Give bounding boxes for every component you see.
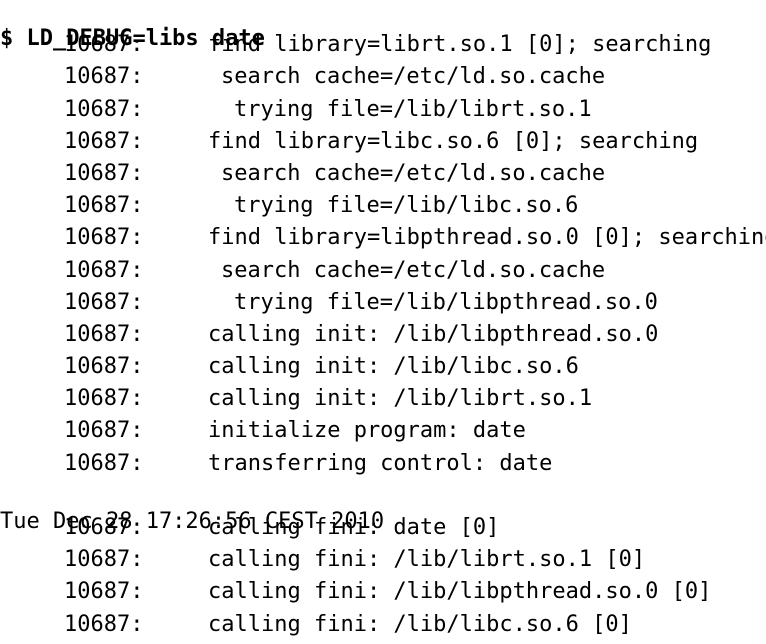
debug-message: trying file=/lib/librt.so.1 [234,96,592,122]
debug-line: 10687: trying file=/lib/librt.so.1 [0,97,766,129]
pid-label: 10687: [64,160,144,186]
debug-line: 10687: calling init: /lib/libpthread.so.0 [0,322,766,354]
debug-message: calling init: /lib/libc.so.6 [208,354,579,380]
pid-label: 10687: [64,386,144,412]
debug-message: calling init: /lib/libpthread.so.0 [208,321,659,347]
debug-line: 10687: calling fini: date [0] [0,515,766,547]
debug-message: initialize program: date [208,418,526,444]
debug-message: trying file=/lib/libpthread.so.0 [234,289,658,315]
pid-label: 10687: [64,193,144,219]
pid-label: 10687: [64,354,144,380]
debug-line: 10687: trying file=/lib/libc.so.6 [0,193,766,225]
pid-label: 10687: [64,257,144,283]
pid-label: 10687: [64,64,144,90]
pid-label: 10687: [64,128,144,154]
debug-message: calling fini: /lib/librt.so.1 [0] [208,547,646,573]
debug-message: trying file=/lib/libc.so.6 [234,193,579,219]
debug-message: find library=libc.so.6 [0]; searching [208,128,699,154]
debug-line: 10687: calling fini: /lib/libc.so.6 [0] [0,612,766,644]
pid-label: 10687: [64,515,144,540]
debug-message: calling init: /lib/librt.so.1 [208,386,593,412]
debug-message: transferring control: date [208,450,553,476]
terminal-output: $ LD_DEBUG=libs date 10687: find library=… [0,0,766,637]
pid-label: 10687: [64,96,144,122]
debug-line: 10687: calling init: /lib/librt.so.1 [0,386,766,418]
debug-line: 10687: transferring control: date [0,451,766,483]
pid-label: 10687: [64,321,144,347]
pid-label: 10687: [64,225,144,251]
debug-message: search cache=/etc/ld.so.cache [221,160,606,186]
debug-line: 10687: initialize program: date [0,418,766,450]
debug-message: calling fini: /lib/libc.so.6 [0] [208,611,632,637]
debug-line: 10687: find library=libpthread.so.0 [0]; … [0,225,766,257]
pid-label: 10687: [64,450,144,476]
debug-line: 10687: calling fini: /lib/librt.so.1 [0] [0,547,766,579]
debug-line: 10687: search cache=/etc/ld.so.cache [0,161,766,193]
debug-message: find library=librt.so.1 [0]; searching [208,32,712,58]
debug-message: calling fini: /lib/libpthread.so.0 [0] [208,579,712,605]
date-output-line: Tue Dec 28 17:26:56 CEST 2010 [0,483,766,534]
pid-label: 10687: [64,579,144,605]
debug-line: 10687: calling init: /lib/libc.so.6 [0,354,766,386]
pid-label: 10687: [64,611,144,637]
pid-label: 10687: [64,418,144,444]
debug-message: search cache=/etc/ld.so.cache [221,64,606,90]
debug-line: 10687: search cache=/etc/ld.so.cache [0,258,766,290]
debug-line: 10687: find library=libc.so.6 [0]; search… [0,129,766,161]
debug-message: search cache=/etc/ld.so.cache [221,257,606,283]
pid-label: 10687: [64,547,144,573]
debug-line: 10687: trying file=/lib/libpthread.so.0 [0,290,766,322]
debug-line: 10687: find library=librt.so.1 [0]; searc… [0,32,766,64]
debug-message: find library=libpthread.so.0 [0]; search… [208,225,766,251]
debug-line: 10687: calling fini: /lib/libpthread.so.0… [0,579,766,611]
debug-line: 10687: search cache=/etc/ld.so.cache [0,64,766,96]
pid-label: 10687: [64,32,144,58]
command-line: $ LD_DEBUG=libs date [0,0,766,51]
pid-label: 10687: [64,289,144,315]
debug-message: calling fini: date [0] [208,515,500,540]
